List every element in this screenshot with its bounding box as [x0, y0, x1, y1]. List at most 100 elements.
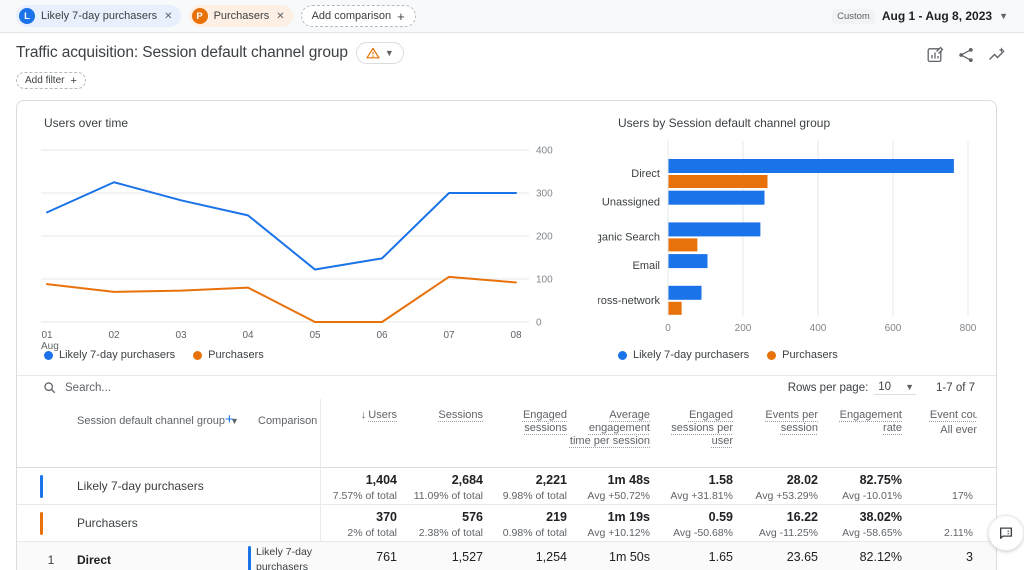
metric-cell: 3 [902, 542, 977, 570]
legend-item[interactable]: Likely 7-day purchasers [618, 349, 749, 361]
legend-item[interactable]: Likely 7-day purchasers [44, 349, 175, 361]
search-input[interactable]: Search... [43, 381, 788, 394]
users-over-time-chart: 400300200100001Aug02030405060708 [31, 139, 576, 361]
column-header-label: Events per session [765, 409, 818, 434]
metric-value: 219 [483, 510, 567, 526]
metric-cell: 5762.38% of total [397, 505, 483, 541]
legend-label: Purchasers [208, 349, 264, 361]
svg-text:300: 300 [536, 189, 553, 200]
column-header-engagement-rate[interactable]: Engagement rate [818, 399, 902, 467]
column-header-events-per-session[interactable]: Events per session [733, 399, 818, 467]
chevron-down-icon: ▼ [999, 11, 1008, 21]
table-toolbar: Search... Rows per page: 10 ▼ 1-7 of 7 [17, 375, 996, 399]
metric-cell: 16.22Avg -11.25% [733, 505, 818, 541]
add-comparison-button[interactable]: Add comparison + [301, 5, 416, 27]
metric-cell: 0.59Avg -50.68% [650, 505, 733, 541]
metric-subvalue: 0.98% of total [483, 527, 567, 539]
metric-cell: 761 [320, 542, 397, 570]
metric-cell: 23.65 [733, 542, 818, 570]
metric-subvalue: 9.98% of total [483, 490, 567, 502]
line-chart-title: Users over time [44, 116, 128, 130]
pagination-status: 1-7 of 7 [936, 382, 975, 394]
metric-value: 3 [902, 550, 973, 566]
comparison-accent-bar [40, 475, 43, 498]
report-card: Users over time 400300200100001Aug020304… [16, 100, 997, 570]
svg-text:02: 02 [108, 330, 120, 341]
metric-cell: 82.12% [818, 542, 902, 570]
svg-text:05: 05 [309, 330, 321, 341]
table-row-direct[interactable]: 1DirectLikely 7-day purchasers7611,5271,… [17, 542, 996, 570]
rows-per-page-label: Rows per page: [788, 382, 869, 394]
metric-subvalue: Avg -10.01% [818, 490, 902, 502]
svg-text:06: 06 [376, 330, 388, 341]
add-dimension-button[interactable]: + [225, 411, 234, 428]
column-header-average-engagement-time-per-session[interactable]: Average engagement time per session [567, 399, 650, 467]
svg-text:07: 07 [443, 330, 455, 341]
customize-report-icon[interactable] [926, 46, 944, 64]
date-range-picker[interactable]: Custom Aug 1 - Aug 8, 2023 ▼ [832, 9, 1008, 24]
metric-subvalue: Avg +50.72% [567, 490, 650, 502]
metric-value: 82.75% [818, 473, 902, 489]
metric-cell: 1,527 [397, 542, 483, 570]
page-title: Traffic acquisition: Session default cha… [16, 44, 348, 62]
close-icon[interactable]: ✕ [164, 11, 172, 22]
data-quality-button[interactable]: ▼ [356, 42, 404, 64]
legend-item[interactable]: Purchasers [193, 349, 264, 361]
metric-subvalue: Avg +10.12% [567, 527, 650, 539]
metric-value [902, 510, 973, 526]
dimension-value: Direct [77, 553, 111, 567]
metric-value: 16.22 [733, 510, 818, 526]
metric-subvalue: 7.57% of total [320, 490, 397, 502]
column-header-engaged-sessions-per-user[interactable]: Engaged sessions per user [650, 399, 733, 467]
legend-dot [44, 351, 53, 360]
comparison-chip-label: Likely 7-day purchasers [41, 10, 157, 22]
metric-value: 1,404 [320, 473, 397, 489]
bar-chart-title: Users by Session default channel group [618, 116, 830, 130]
table-header-row: Session default channel group ▼ + Compar… [17, 399, 996, 468]
dimension-header-dropdown[interactable]: Session default channel group ▼ [77, 415, 239, 427]
close-icon[interactable]: ✕ [276, 11, 284, 22]
column-header-sessions[interactable]: Sessions [397, 399, 483, 467]
svg-text:0: 0 [536, 318, 542, 329]
date-range-type-badge: Custom [832, 9, 875, 24]
legend-label: Purchasers [782, 349, 838, 361]
metric-value: 1m 50s [567, 550, 650, 566]
svg-text:0: 0 [665, 323, 671, 334]
metric-value: 0.59 [650, 510, 733, 526]
column-header-label: Engaged sessions [523, 409, 567, 434]
metric-value: 23.65 [733, 550, 818, 566]
metric-value: 2,684 [397, 473, 483, 489]
metric-value: 761 [320, 550, 397, 566]
plus-icon: + [397, 9, 405, 24]
comparison-chip-purchasers[interactable]: P Purchasers ✕ [189, 5, 293, 27]
rows-per-page-select[interactable]: 10 ▼ [874, 381, 916, 395]
insights-icon[interactable] [988, 46, 1006, 64]
metric-value: 1,527 [397, 550, 483, 566]
share-icon[interactable] [957, 46, 975, 64]
svg-text:Unassigned: Unassigned [602, 197, 660, 209]
svg-text:100: 100 [536, 275, 553, 286]
metric-subvalue: 17% [902, 490, 973, 502]
metric-subvalue: Avg +53.29% [733, 490, 818, 502]
column-header-engaged-sessions[interactable]: Engaged sessions [483, 399, 567, 467]
column-header-users[interactable]: ↓Users [320, 399, 397, 467]
metric-value: 1.58 [650, 473, 733, 489]
column-header-event-count[interactable]: Event countAll events [902, 399, 977, 467]
svg-text:Cross-network: Cross-network [598, 295, 660, 307]
column-header-sublabel: All events [902, 424, 977, 437]
comparison-bar: L Likely 7-day purchasers ✕ P Purchasers… [0, 0, 1024, 33]
add-filter-button[interactable]: Add filter + [16, 72, 86, 89]
metric-cell: 1,254 [483, 542, 567, 570]
metric-subvalue: Avg -58.65% [818, 527, 902, 539]
metric-value: 1m 48s [567, 473, 650, 489]
metric-value: 1,254 [483, 550, 567, 566]
feedback-button[interactable] [988, 515, 1024, 551]
summary-row-label: Purchasers [77, 516, 138, 530]
comparison-chip-likely-7-day-purchasers[interactable]: L Likely 7-day purchasers ✕ [16, 5, 181, 27]
metric-cell: 1.58Avg +31.81% [650, 468, 733, 504]
legend-item[interactable]: Purchasers [767, 349, 838, 361]
column-header-label: Engaged sessions per user [671, 409, 733, 447]
svg-text:600: 600 [885, 323, 902, 334]
date-range-label: Aug 1 - Aug 8, 2023 [882, 9, 992, 23]
comparison-accent-bar [248, 546, 251, 570]
